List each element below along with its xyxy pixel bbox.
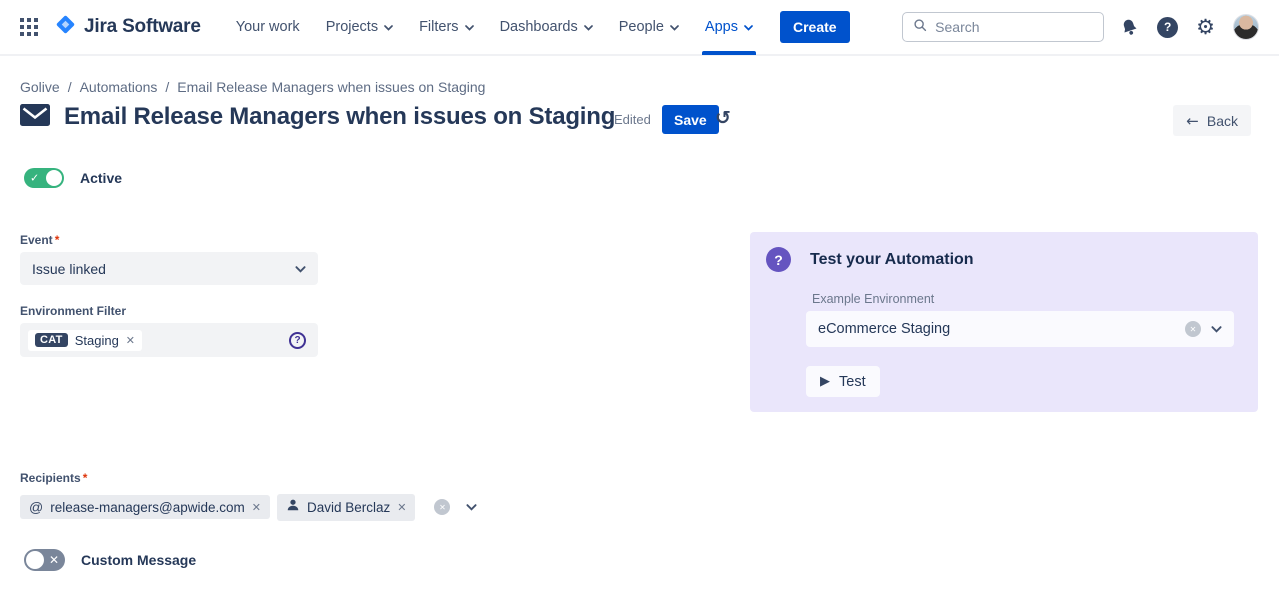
breadcrumb: Golive / Automations / Email Release Man… (20, 79, 485, 95)
person-icon (286, 498, 300, 517)
chevron-down-icon (465, 19, 474, 35)
clear-selection-icon[interactable]: ✕ (1185, 321, 1201, 337)
chevron-down-icon (384, 19, 393, 35)
recipients-clear-icon[interactable]: ✕ (434, 499, 450, 515)
nav-item-dashboards[interactable]: Dashboards (487, 0, 606, 55)
search-box (902, 12, 1104, 42)
tag-category-badge: CAT (35, 333, 68, 347)
page: Jira Software Your work Projects Filters… (0, 0, 1279, 589)
field-help-icon[interactable]: ? (289, 332, 306, 349)
active-toggle-row: ✓ Active (24, 168, 122, 188)
custom-message-toggle[interactable]: ✕ (24, 549, 65, 571)
toggle-check-icon: ✓ (30, 172, 39, 185)
nav-item-projects[interactable]: Projects (313, 0, 406, 55)
nav-item-filters[interactable]: Filters (406, 0, 486, 55)
at-icon: @ (29, 499, 43, 515)
breadcrumb-item-golive[interactable]: Golive (20, 79, 60, 95)
play-icon: ▶ (820, 374, 830, 389)
recipient-chip-user: David Berclaz ✕ (277, 494, 416, 521)
example-environment-select[interactable]: eCommerce Staging ✕ (806, 311, 1234, 347)
chip-remove-icon[interactable]: ✕ (252, 501, 261, 514)
create-button[interactable]: Create (780, 11, 850, 43)
example-environment-label: Example Environment (812, 292, 934, 306)
nav-item-your-work[interactable]: Your work (223, 0, 313, 55)
chip-remove-icon[interactable]: ✕ (397, 501, 406, 514)
user-avatar[interactable] (1233, 14, 1259, 40)
chevron-down-icon (744, 19, 753, 35)
jira-logo[interactable]: Jira Software (54, 13, 201, 41)
event-label: Event* (20, 233, 59, 247)
chevron-down-icon (584, 19, 593, 35)
environment-filter-label: Environment Filter (20, 304, 126, 318)
test-button-label: Test (839, 374, 866, 390)
environment-filter-field[interactable]: CAT Staging ✕ ? (20, 323, 318, 357)
event-select[interactable]: Issue linked (20, 252, 318, 285)
tag-name: Staging (75, 333, 119, 348)
back-button[interactable]: ← Back (1173, 105, 1251, 136)
nav-icon-group: ? ⚙ (1120, 14, 1259, 40)
top-navigation: Jira Software Your work Projects Filters… (0, 0, 1279, 56)
breadcrumb-item-automations[interactable]: Automations (80, 79, 158, 95)
page-title: Email Release Managers when issues on St… (64, 103, 615, 131)
breadcrumb-separator: / (165, 79, 169, 95)
back-button-label: Back (1207, 113, 1238, 129)
help-icon[interactable]: ? (1157, 17, 1178, 38)
jira-logo-icon (54, 13, 77, 41)
breadcrumb-separator: / (68, 79, 72, 95)
save-button[interactable]: Save (662, 105, 719, 134)
event-select-value: Issue linked (32, 261, 295, 277)
active-toggle-label: Active (80, 170, 122, 186)
notifications-bell-icon[interactable] (1120, 18, 1139, 37)
email-envelope-icon (20, 104, 50, 131)
active-toggle[interactable]: ✓ (24, 168, 64, 188)
back-arrow-icon: ← (1186, 112, 1199, 130)
environment-tag: CAT Staging ✕ (28, 330, 142, 351)
required-asterisk: * (83, 471, 88, 485)
nav-item-people[interactable]: People (606, 0, 692, 55)
chevron-down-icon (295, 260, 306, 278)
edited-status: Edited (614, 112, 651, 127)
toggle-x-icon: ✕ (49, 553, 59, 567)
undo-icon[interactable]: ↺ (715, 107, 731, 129)
recipient-chip-email: @ release-managers@apwide.com ✕ (20, 495, 270, 519)
jira-logo-text: Jira Software (84, 16, 201, 38)
example-environment-value: eCommerce Staging (818, 321, 1185, 337)
custom-message-toggle-row: ✕ Custom Message (24, 549, 196, 571)
test-button[interactable]: ▶ Test (806, 366, 880, 397)
tag-remove-icon[interactable]: ✕ (126, 334, 135, 347)
chevron-down-icon (1211, 320, 1222, 338)
breadcrumb-current-page: Email Release Managers when issues on St… (177, 79, 485, 95)
toggle-knob (46, 170, 62, 186)
search-input[interactable] (935, 19, 1093, 35)
test-automation-panel: ? Test your Automation Example Environme… (750, 232, 1258, 412)
search-icon (913, 18, 927, 37)
title-row: Email Release Managers when issues on St… (20, 103, 615, 131)
chevron-down-icon (466, 498, 477, 516)
chevron-down-icon (670, 19, 679, 35)
recipients-label: Recipients* (20, 471, 87, 485)
recipients-field[interactable]: @ release-managers@apwide.com ✕ David Be… (20, 490, 477, 524)
toggle-knob (26, 551, 44, 569)
settings-gear-icon[interactable]: ⚙ (1196, 17, 1215, 38)
required-asterisk: * (55, 233, 60, 247)
panel-help-icon: ? (766, 247, 791, 272)
custom-message-label: Custom Message (81, 552, 196, 568)
recipient-chip-label: David Berclaz (307, 500, 390, 515)
test-panel-title: Test your Automation (810, 251, 974, 269)
app-switcher-icon[interactable] (20, 18, 38, 36)
recipient-chip-label: release-managers@apwide.com (50, 500, 245, 515)
nav-item-apps[interactable]: Apps (692, 0, 766, 55)
